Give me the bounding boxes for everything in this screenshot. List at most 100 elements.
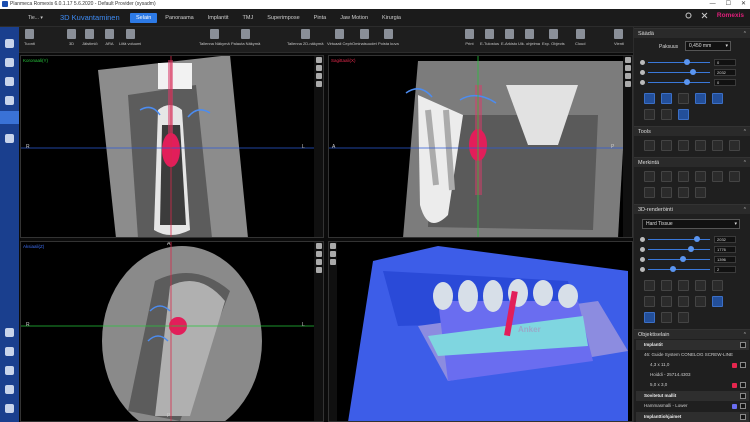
- scissors-icon[interactable]: [661, 280, 672, 291]
- object-item[interactable]: Hammasmalli - Lower: [636, 401, 749, 411]
- print-button[interactable]: Print: [465, 29, 474, 46]
- saada-slider-2[interactable]: 2032: [640, 69, 746, 76]
- render-header[interactable]: 3D-renderöinti ⌃: [634, 204, 750, 214]
- virtual-ceph-button[interactable]: Virtuaali Ceph: [327, 29, 352, 46]
- nerve-icon[interactable]: [695, 140, 706, 151]
- clip-icon[interactable]: [644, 312, 655, 323]
- restore-view-button[interactable]: Palauta Näkymä: [231, 29, 260, 46]
- tooth-icon[interactable]: [5, 96, 14, 105]
- tab-implantit[interactable]: Implantit: [202, 13, 235, 23]
- slider-knob[interactable]: [694, 236, 700, 242]
- sagittal-viewport[interactable]: Sagittaali(X) A P: [328, 55, 633, 238]
- close-module-icon[interactable]: [701, 12, 708, 19]
- cloud-button[interactable]: Cloud: [575, 29, 585, 46]
- render-slider-2[interactable]: 1776: [640, 246, 746, 253]
- surface-icon[interactable]: [712, 296, 723, 307]
- speech-icon[interactable]: [661, 140, 672, 151]
- expand-icon[interactable]: [315, 243, 322, 249]
- 3d-viewport[interactable]: Anker: [328, 241, 633, 422]
- postprocess-button[interactable]: Jälstimiö: [82, 29, 98, 46]
- export-icon[interactable]: [5, 366, 14, 375]
- slider-knob[interactable]: [690, 69, 696, 75]
- tab-panoraama[interactable]: Panoraama: [159, 13, 199, 23]
- shield-icon[interactable]: [678, 296, 689, 307]
- render-slider-3[interactable]: 1396: [640, 256, 746, 263]
- hand-icon[interactable]: [5, 347, 14, 356]
- group-visibility-checkbox[interactable]: [740, 414, 746, 420]
- cut-plane-icon[interactable]: [661, 312, 672, 323]
- tab-pinta[interactable]: Pinta: [308, 13, 333, 23]
- gear-icon[interactable]: [5, 328, 14, 337]
- color-swatch[interactable]: [732, 404, 737, 409]
- object-item[interactable]: Hoiddi - 25714.4303: [636, 370, 749, 380]
- import-button[interactable]: Tuonti: [24, 29, 35, 46]
- sync-icon[interactable]: [315, 73, 322, 79]
- implant-tool-icon[interactable]: [712, 140, 723, 151]
- e-print-button[interactable]: E-Tulostus: [480, 29, 499, 46]
- objects-header[interactable]: Objektiselain ⌃: [634, 329, 750, 339]
- tab-tmj[interactable]: TMJ: [237, 13, 260, 23]
- volume-icon[interactable]: [712, 280, 723, 291]
- group-visibility-checkbox[interactable]: [740, 393, 746, 399]
- close-window-button[interactable]: ✕: [741, 0, 746, 9]
- ara-button[interactable]: ARA: [105, 29, 114, 46]
- maximize-button[interactable]: ☐: [726, 0, 731, 9]
- pan-icon[interactable]: [661, 93, 672, 104]
- object-group-implants[interactable]: Implantit: [636, 340, 749, 350]
- expand-icon[interactable]: [315, 57, 322, 63]
- layers-icon[interactable]: [624, 65, 631, 71]
- file-menu[interactable]: Tie... ▾: [0, 15, 52, 21]
- window-level-icon[interactable]: [695, 93, 706, 104]
- line-icon[interactable]: [661, 171, 672, 182]
- arrow-icon[interactable]: [644, 171, 655, 182]
- cube-icon[interactable]: [0, 111, 19, 124]
- head-3d-icon[interactable]: [678, 140, 689, 151]
- camera-icon[interactable]: [624, 81, 631, 87]
- tab-selain[interactable]: Selain: [130, 12, 158, 23]
- exit-icon[interactable]: [5, 404, 14, 413]
- zoom-icon[interactable]: [644, 93, 655, 104]
- color-swatch[interactable]: [732, 383, 737, 388]
- export-objects-button[interactable]: Exp. Objects: [542, 29, 565, 46]
- rectangle-icon[interactable]: [729, 171, 740, 182]
- visibility-checkbox[interactable]: [740, 403, 746, 409]
- thickness-dropdown[interactable]: 0,450 mm ▾: [685, 41, 731, 51]
- tab-jaw-motion[interactable]: Jaw Motion: [334, 13, 374, 23]
- tab-superimpose[interactable]: Superimpose: [261, 13, 305, 23]
- minimize-button[interactable]: —: [710, 0, 716, 9]
- person-plus-icon[interactable]: [5, 77, 14, 86]
- color-swatch[interactable]: [732, 363, 737, 368]
- tab-kirurgia[interactable]: Kirurgia: [376, 13, 407, 23]
- e-archive-button[interactable]: E-Arkisto: [501, 29, 517, 46]
- visibility-checkbox[interactable]: [740, 362, 746, 368]
- sync-icon[interactable]: [329, 259, 336, 265]
- 3d-button[interactable]: 3D: [67, 29, 76, 46]
- expand-icon[interactable]: [329, 243, 336, 249]
- panorama-icon[interactable]: [661, 109, 672, 120]
- polyline-icon[interactable]: [695, 171, 706, 182]
- save-view-button[interactable]: Tallenna Näkymä: [199, 29, 230, 46]
- sync-icon[interactable]: [315, 259, 322, 265]
- camera-icon[interactable]: [315, 267, 322, 273]
- coronal-viewport[interactable]: Koronaali(Y) R L: [20, 55, 324, 238]
- filter-icon[interactable]: [712, 93, 723, 104]
- saada-slider-3[interactable]: 0: [640, 79, 746, 86]
- render-slider-4[interactable]: 2: [640, 266, 746, 273]
- slider-knob[interactable]: [680, 256, 686, 262]
- saada-slider-1[interactable]: 0: [640, 59, 746, 66]
- pencil-icon[interactable]: [678, 187, 689, 198]
- jaw-icon[interactable]: [5, 134, 14, 143]
- bone-icon[interactable]: [695, 296, 706, 307]
- sparkle-icon[interactable]: [644, 140, 655, 151]
- ellipse-icon[interactable]: [712, 171, 723, 182]
- saada-header[interactable]: Säädä ⌃: [634, 28, 750, 38]
- person-icon[interactable]: [5, 58, 14, 67]
- rotate-icon[interactable]: [678, 109, 689, 120]
- layers-icon[interactable]: [315, 65, 322, 71]
- external-program-button[interactable]: Ulk. ohjelma: [518, 29, 540, 46]
- slider-knob[interactable]: [684, 59, 690, 65]
- people-icon[interactable]: [5, 39, 14, 48]
- axial-viewport[interactable]: Aksiaali(Z) R L A P: [20, 241, 324, 422]
- slider-knob[interactable]: [688, 246, 694, 252]
- color-icon[interactable]: [695, 280, 706, 291]
